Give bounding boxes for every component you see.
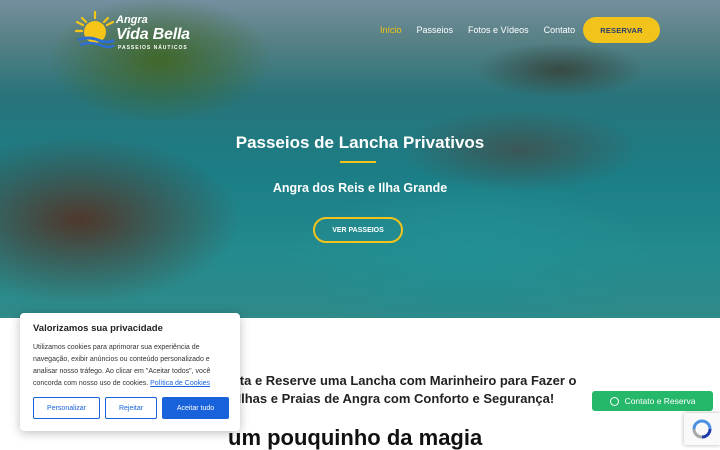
hero-subtitle: Angra dos Reis e Ilha Grande: [272, 181, 448, 195]
cookie-policy-link[interactable]: Política de Cookies: [150, 380, 210, 387]
reserve-button[interactable]: RESERVAR: [583, 17, 660, 43]
view-tours-button[interactable]: VER PASSEIOS: [313, 217, 403, 243]
site-logo[interactable]: Angra Vida Bella PASSEIOS NÁUTICOS: [74, 10, 199, 52]
whatsapp-contact-button[interactable]: Contato e Reserva: [592, 391, 713, 411]
nav-item-inicio[interactable]: Início: [380, 25, 402, 35]
logo-text-angra: Angra: [116, 14, 148, 26]
reject-button[interactable]: Rejeitar: [105, 397, 157, 419]
hero-divider: [340, 161, 376, 163]
whatsapp-label: Contato e Reserva: [624, 396, 696, 406]
hero-title: Passeios de Lancha Privativos: [235, 133, 485, 152]
nav-item-fotos-videos[interactable]: Fotos e Vídeos: [468, 25, 529, 35]
sun-logo-icon: [74, 10, 115, 49]
cookie-consent-panel: Valorizamos sua privacidade Utilizamos c…: [20, 313, 240, 431]
accept-all-button[interactable]: Aceitar tudo: [162, 397, 229, 419]
nav-item-passeios[interactable]: Passeios: [417, 25, 454, 35]
magic-heading: um pouquinho da magia: [228, 425, 483, 450]
cookie-description: Utilizamos cookies para aprimorar sua ex…: [33, 342, 227, 390]
logo-text-vida-bella: Vida Bella: [116, 26, 190, 43]
logo-tagline: PASSEIOS NÁUTICOS: [118, 45, 188, 51]
whatsapp-icon: [609, 396, 619, 406]
recaptcha-icon: [692, 419, 712, 439]
cookie-title: Valorizamos sua privacidade: [33, 323, 163, 334]
customize-button[interactable]: Personalizar: [33, 397, 100, 419]
main-nav: Início Passeios Fotos e Vídeos Contato: [380, 25, 590, 35]
recaptcha-badge[interactable]: [684, 413, 720, 445]
nav-item-contato[interactable]: Contato: [544, 25, 576, 35]
cookie-buttons: Personalizar Rejeitar Aceitar tudo: [33, 397, 229, 419]
